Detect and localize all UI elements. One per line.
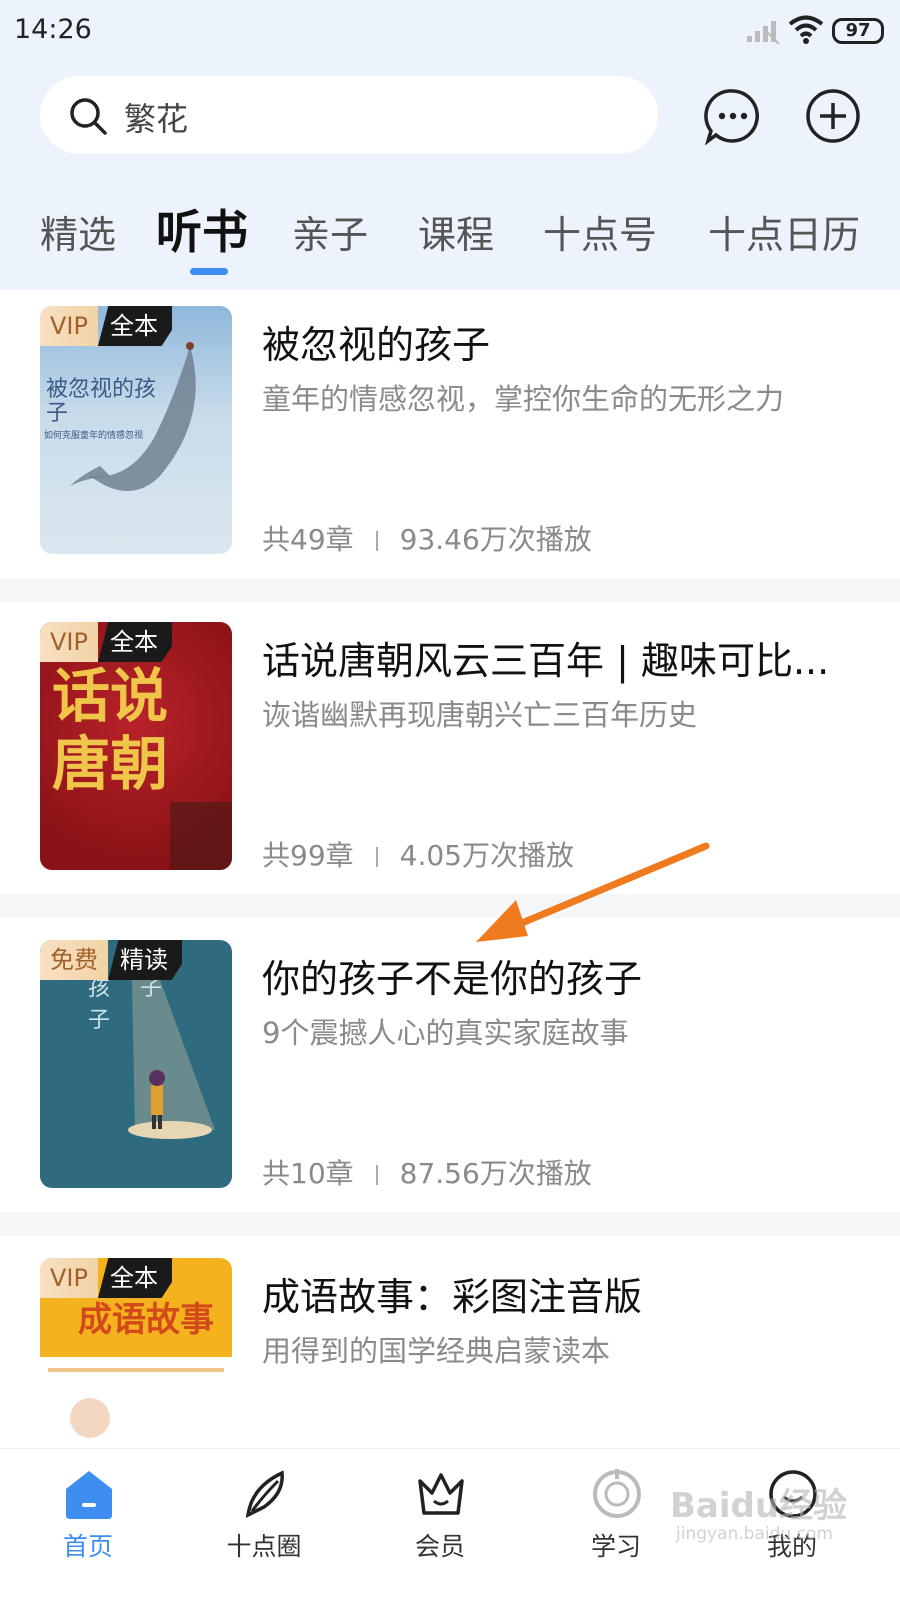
badge: VIP 全本 bbox=[40, 306, 172, 346]
chapter-count: 共10章 bbox=[262, 1157, 354, 1190]
divider bbox=[375, 847, 378, 867]
book-cover[interactable]: 孩子 子 免费 精读 bbox=[40, 940, 232, 1188]
tab-label: 十点圈 bbox=[226, 1532, 302, 1561]
tab-jingxuan[interactable]: 精选 bbox=[40, 204, 116, 259]
book-meta: 共49章 93.46万次播放 bbox=[262, 518, 592, 558]
book-title: 话说唐朝风云三百年 | 趣味可比... bbox=[262, 639, 830, 683]
badge: VIP 全本 bbox=[40, 1258, 172, 1298]
vip-badge: VIP bbox=[40, 1258, 98, 1298]
message-icon[interactable] bbox=[704, 87, 762, 145]
cover-title: 成语故事 bbox=[78, 1300, 214, 1340]
status-time: 14:26 bbox=[14, 14, 92, 45]
type-badge: 全本 bbox=[97, 1258, 172, 1298]
badge: 免费 精读 bbox=[40, 940, 182, 980]
search-input[interactable]: 繁花 bbox=[124, 94, 188, 140]
crown-icon bbox=[418, 1473, 464, 1515]
watermark: Baidu经验 bbox=[670, 1486, 848, 1526]
type-badge: 精读 bbox=[108, 940, 182, 980]
add-icon[interactable] bbox=[804, 87, 862, 145]
divider bbox=[0, 578, 900, 602]
status-bar: 14:26 97 bbox=[0, 0, 900, 64]
palace-shape bbox=[170, 802, 232, 870]
book-title: 成语故事：彩图注音版 bbox=[262, 1275, 643, 1319]
tab-indicator bbox=[190, 268, 228, 275]
signal-icon bbox=[747, 21, 780, 44]
book-desc: 9个震撼人心的真实家庭故事 bbox=[262, 1016, 629, 1050]
annotation-arrow-icon bbox=[476, 842, 710, 942]
chapter-count: 共49章 bbox=[262, 523, 354, 556]
tab-qinzi[interactable]: 亲子 bbox=[292, 204, 368, 259]
vip-badge: VIP bbox=[40, 306, 98, 346]
divider bbox=[0, 1212, 900, 1236]
tab-study[interactable]: 学习 bbox=[556, 1449, 676, 1601]
list-item[interactable]: 孩子 子 免费 精读 你的孩子不是你的孩子 9个震撼人心的真实家庭故事 共10章… bbox=[0, 918, 900, 1218]
category-tabs: 精选 听书 亲子 课程 十点号 十点日历 bbox=[0, 196, 900, 276]
free-badge: 免费 bbox=[40, 940, 108, 980]
book-cover[interactable]: 被忽视的孩子 如何克服童年的情感忽视 VIP 全本 bbox=[40, 306, 232, 554]
tab-tingshu[interactable]: 听书 bbox=[156, 196, 248, 262]
study-icon bbox=[593, 1469, 641, 1518]
tab-shidianrili[interactable]: 十点日历 bbox=[708, 204, 860, 259]
tab-kecheng[interactable]: 课程 bbox=[418, 204, 494, 259]
cover-subtitle: 如何克服童年的情感忽视 bbox=[44, 431, 144, 441]
tab-home[interactable]: 首页 bbox=[28, 1449, 148, 1601]
play-count: 93.46万次播放 bbox=[399, 523, 592, 556]
tab-member[interactable]: 会员 bbox=[380, 1449, 500, 1601]
book-desc: 用得到的国学经典启蒙读本 bbox=[262, 1334, 611, 1368]
book-desc: 童年的情感忽视，掌控你生命的无形之力 bbox=[262, 382, 785, 416]
cover-title: 被忽视的孩子 bbox=[46, 377, 157, 426]
list-item[interactable]: 话说唐朝 VIP 全本 话说唐朝风云三百年 | 趣味可比... 诙谐幽默再现唐朝… bbox=[0, 602, 900, 902]
tab-label: 学习 bbox=[590, 1532, 641, 1561]
tab-circle[interactable]: 十点圈 bbox=[204, 1449, 324, 1601]
book-title: 被忽视的孩子 bbox=[262, 323, 491, 367]
book-cover[interactable]: 成语故事 VIP 全本 bbox=[40, 1258, 232, 1478]
search-icon bbox=[70, 98, 107, 135]
divider bbox=[375, 1165, 378, 1185]
figure-illustration bbox=[70, 1398, 110, 1438]
tab-label: 会员 bbox=[414, 1532, 465, 1561]
book-title: 你的孩子不是你的孩子 bbox=[262, 957, 643, 1001]
decor-line bbox=[48, 1368, 224, 1372]
book-desc: 诙谐幽默再现唐朝兴亡三百年历史 bbox=[262, 698, 698, 732]
watermark-url: jingyan.baidu.com bbox=[676, 1524, 833, 1544]
type-badge: 全本 bbox=[97, 306, 172, 346]
badge: VIP 全本 bbox=[40, 622, 172, 662]
tab-label: 首页 bbox=[62, 1532, 113, 1561]
tab-shidianhao[interactable]: 十点号 bbox=[543, 204, 657, 259]
battery-indicator: 97 bbox=[832, 18, 884, 44]
book-cover[interactable]: 话说唐朝 VIP 全本 bbox=[40, 622, 232, 870]
list-item[interactable]: 被忽视的孩子 如何克服童年的情感忽视 VIP 全本 被忽视的孩子 童年的情感忽视… bbox=[0, 290, 900, 590]
wifi-icon bbox=[788, 15, 824, 44]
feather-icon bbox=[245, 1470, 284, 1519]
home-icon bbox=[66, 1471, 112, 1519]
search-bar[interactable]: 繁花 bbox=[40, 76, 658, 154]
divider bbox=[375, 531, 378, 551]
chapter-count: 共99章 bbox=[262, 839, 354, 872]
vip-badge: VIP bbox=[40, 622, 98, 662]
type-badge: 全本 bbox=[97, 622, 172, 662]
cover-title: 话说唐朝 bbox=[52, 662, 169, 798]
play-count: 87.56万次播放 bbox=[399, 1157, 592, 1190]
divider bbox=[0, 894, 900, 918]
book-meta: 共10章 87.56万次播放 bbox=[262, 1152, 592, 1192]
